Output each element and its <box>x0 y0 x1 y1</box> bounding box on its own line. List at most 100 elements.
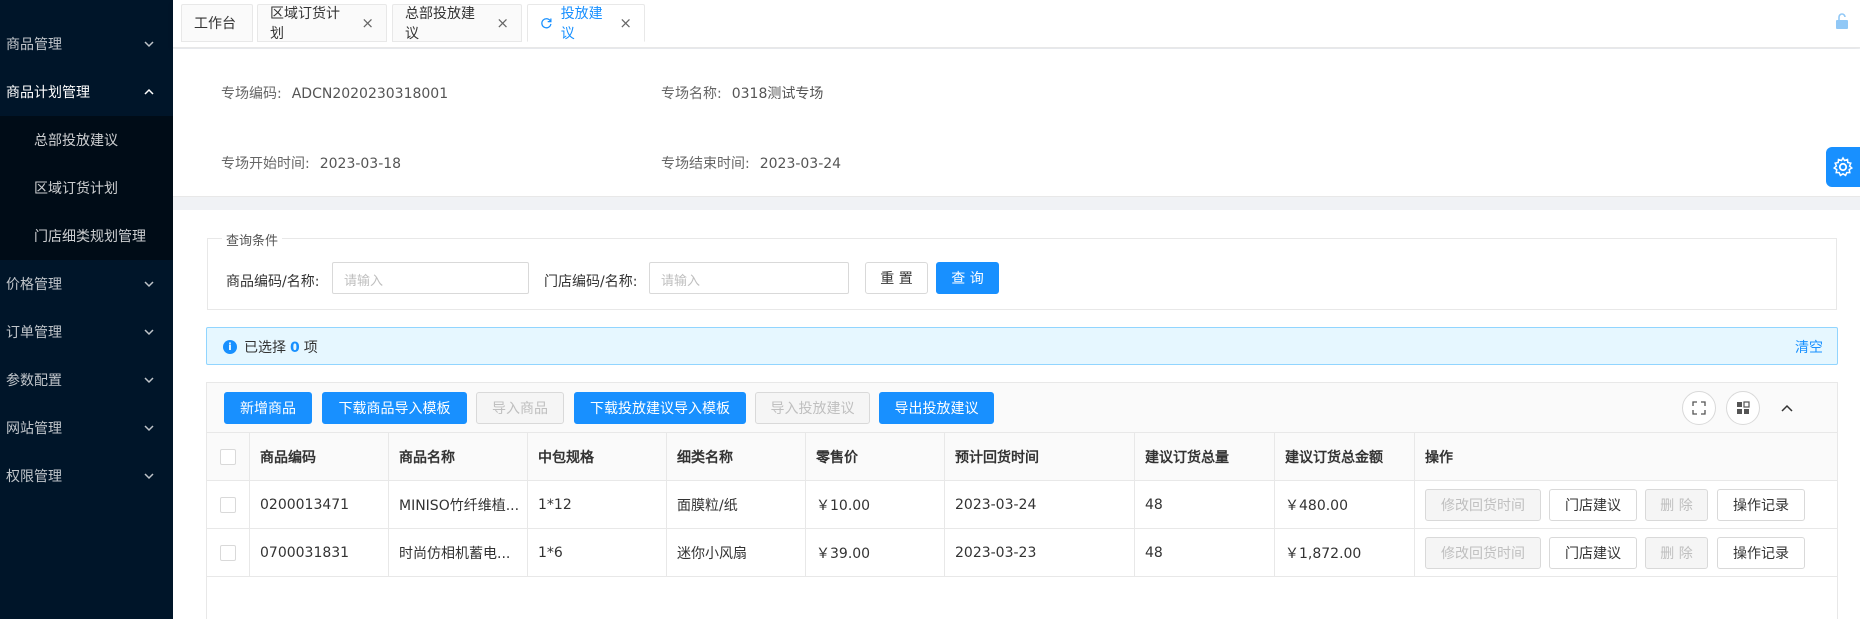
close-icon[interactable]: × <box>619 14 632 32</box>
actions-cell: 修改回货时间 门店建议 删 除 操作记录 <box>1415 481 1837 529</box>
event-start: 专场开始时间: 2023-03-18 <box>221 153 401 173</box>
download-product-template-button[interactable]: 下载商品导入模板 <box>322 392 467 424</box>
refresh-icon[interactable] <box>540 16 553 30</box>
menu-param-config[interactable]: 参数配置 <box>0 356 173 404</box>
product-code-cell: 0700031831 <box>250 529 389 577</box>
search-button[interactable]: 查 询 <box>936 262 999 294</box>
menu-label: 订单管理 <box>6 325 62 341</box>
product-code-cell: 0200013471 <box>250 481 389 529</box>
selection-text: 已选择 0 项 <box>244 337 318 357</box>
operation-log-button[interactable]: 操作记录 <box>1717 489 1805 521</box>
row-checkbox[interactable] <box>220 545 236 561</box>
menu-label: 参数配置 <box>6 373 62 389</box>
store-search-input[interactable]: 请输入 <box>649 262 849 294</box>
tab-hq-advice[interactable]: 总部投放建议 × <box>392 4 522 42</box>
add-product-button[interactable]: 新增商品 <box>224 392 312 424</box>
delete-button[interactable]: 删 除 <box>1645 489 1708 521</box>
row-checkbox-cell <box>207 481 250 529</box>
row-checkbox-cell <box>207 529 250 577</box>
column-settings-button[interactable] <box>1726 391 1760 425</box>
chevron-down-icon <box>144 425 154 432</box>
selection-alert: i 已选择 0 项 清空 <box>206 327 1838 365</box>
pack-spec-cell: 1*12 <box>528 481 667 529</box>
qty-cell: 48 <box>1135 481 1275 529</box>
export-advice-button[interactable]: 导出投放建议 <box>879 392 994 424</box>
return-date-cell: 2023-03-24 <box>945 481 1135 529</box>
store-advice-button[interactable]: 门店建议 <box>1549 537 1637 569</box>
expand-icon <box>1692 401 1706 415</box>
menu-label: 价格管理 <box>6 277 62 293</box>
event-end-value: 2023-03-24 <box>759 156 842 172</box>
header-cell: 中包规格 <box>528 433 667 481</box>
download-advice-template-button[interactable]: 下载投放建议导入模板 <box>574 392 746 424</box>
header-cell: 细类名称 <box>667 433 806 481</box>
table-panel: 新增商品 下载商品导入模板 导入商品 下载投放建议导入模板 导入投放建议 导出投… <box>206 382 1838 619</box>
import-advice-button[interactable]: 导入投放建议 <box>755 392 870 424</box>
menu-label: 网站管理 <box>6 421 62 437</box>
tab-advice[interactable]: 投放建议 × <box>527 4 645 42</box>
modify-time-button[interactable]: 修改回货时间 <box>1425 489 1541 521</box>
header-cell: 零售价 <box>806 433 945 481</box>
import-product-button[interactable]: 导入商品 <box>476 392 564 424</box>
header-cell: 建议订货总量 <box>1135 433 1275 481</box>
submenu-label: 门店细类规划管理 <box>34 229 146 245</box>
selection-suffix: 项 <box>303 340 318 356</box>
event-name-label: 专场名称: <box>661 86 722 102</box>
close-icon[interactable]: × <box>361 14 374 32</box>
submenu-store-category-plan[interactable]: 门店细类规划管理 <box>0 212 173 260</box>
table-row: 0200013471 MINISO竹纤维植... 1*12 面膜粒/纸 ￥10.… <box>207 481 1837 529</box>
header-cell: 建议订货总金额 <box>1275 433 1415 481</box>
retail-price-cell: ￥10.00 <box>806 481 945 529</box>
menu-order-management[interactable]: 订单管理 <box>0 308 173 356</box>
sidebar: 商品管理 商品计划管理 总部投放建议 区域订货计划 门店细类规划管理 价格管理 … <box>0 0 173 619</box>
product-search-input[interactable]: 请输入 <box>332 262 529 294</box>
tab-workbench[interactable]: 工作台 <box>181 4 253 42</box>
menu-label: 商品计划管理 <box>6 85 90 101</box>
header-checkbox-cell <box>207 433 250 481</box>
chevron-down-icon <box>144 473 154 480</box>
tab-bar: 工作台 区域订货计划 × 总部投放建议 × 投放建议 × <box>173 0 1860 48</box>
modify-time-button[interactable]: 修改回货时间 <box>1425 537 1541 569</box>
header-cell: 操作 <box>1425 450 1453 466</box>
query-box: 查询条件 商品编码/名称: 请输入 门店编码/名称: 请输入 重 置 查 询 <box>207 230 1837 310</box>
event-code: 专场编码: ADCN2020230318001 <box>221 83 448 103</box>
category-cell: 面膜粒/纸 <box>667 481 806 529</box>
menu-price-management[interactable]: 价格管理 <box>0 260 173 308</box>
fullscreen-button[interactable] <box>1682 391 1716 425</box>
chevron-down-icon <box>144 329 154 336</box>
submenu-hq-advice[interactable]: 总部投放建议 <box>0 116 173 164</box>
layout-icon <box>1737 401 1750 414</box>
settings-drawer-button[interactable] <box>1826 147 1860 187</box>
submenu-region-plan[interactable]: 区域订货计划 <box>0 164 173 212</box>
reset-button[interactable]: 重 置 <box>865 262 928 294</box>
content-panel: 查询条件 商品编码/名称: 请输入 门店编码/名称: 请输入 重 置 查 询 i… <box>173 210 1860 619</box>
menu-product-management[interactable]: 商品管理 <box>0 20 173 68</box>
header-cell: 商品名称 <box>389 433 528 481</box>
chevron-up-icon[interactable] <box>1780 401 1794 415</box>
product-label: 商品编码/名称: <box>226 274 320 290</box>
event-end: 专场结束时间: 2023-03-24 <box>661 153 841 173</box>
chevron-down-icon <box>144 41 154 48</box>
tab-region-plan[interactable]: 区域订货计划 × <box>257 4 387 42</box>
header-cell: 商品编码 <box>250 433 389 481</box>
close-icon[interactable]: × <box>496 14 509 32</box>
submenu-label: 区域订货计划 <box>34 181 118 197</box>
event-info-card: 专场编码: ADCN2020230318001 专场名称: 0318测试专场 专场开… <box>173 49 1860 197</box>
product-name-cell: MINISO竹纤维植... <box>389 481 528 529</box>
operation-log-button[interactable]: 操作记录 <box>1717 537 1805 569</box>
delete-button[interactable]: 删 除 <box>1645 537 1708 569</box>
menu-label: 权限管理 <box>6 469 62 485</box>
event-name: 专场名称: 0318测试专场 <box>661 83 823 103</box>
select-all-checkbox[interactable] <box>220 449 236 465</box>
menu-permission-management[interactable]: 权限管理 <box>0 452 173 500</box>
menu-product-plan-management[interactable]: 商品计划管理 <box>0 68 173 116</box>
tab-label: 工作台 <box>194 16 236 32</box>
event-code-label: 专场编码: <box>221 86 282 102</box>
return-date-cell: 2023-03-23 <box>945 529 1135 577</box>
menu-site-management[interactable]: 网站管理 <box>0 404 173 452</box>
row-checkbox[interactable] <box>220 497 236 513</box>
store-advice-button[interactable]: 门店建议 <box>1549 489 1637 521</box>
menu-label: 商品管理 <box>6 37 62 53</box>
clear-selection-link[interactable]: 清空 <box>1795 337 1823 357</box>
lock-icon[interactable] <box>1834 12 1850 30</box>
